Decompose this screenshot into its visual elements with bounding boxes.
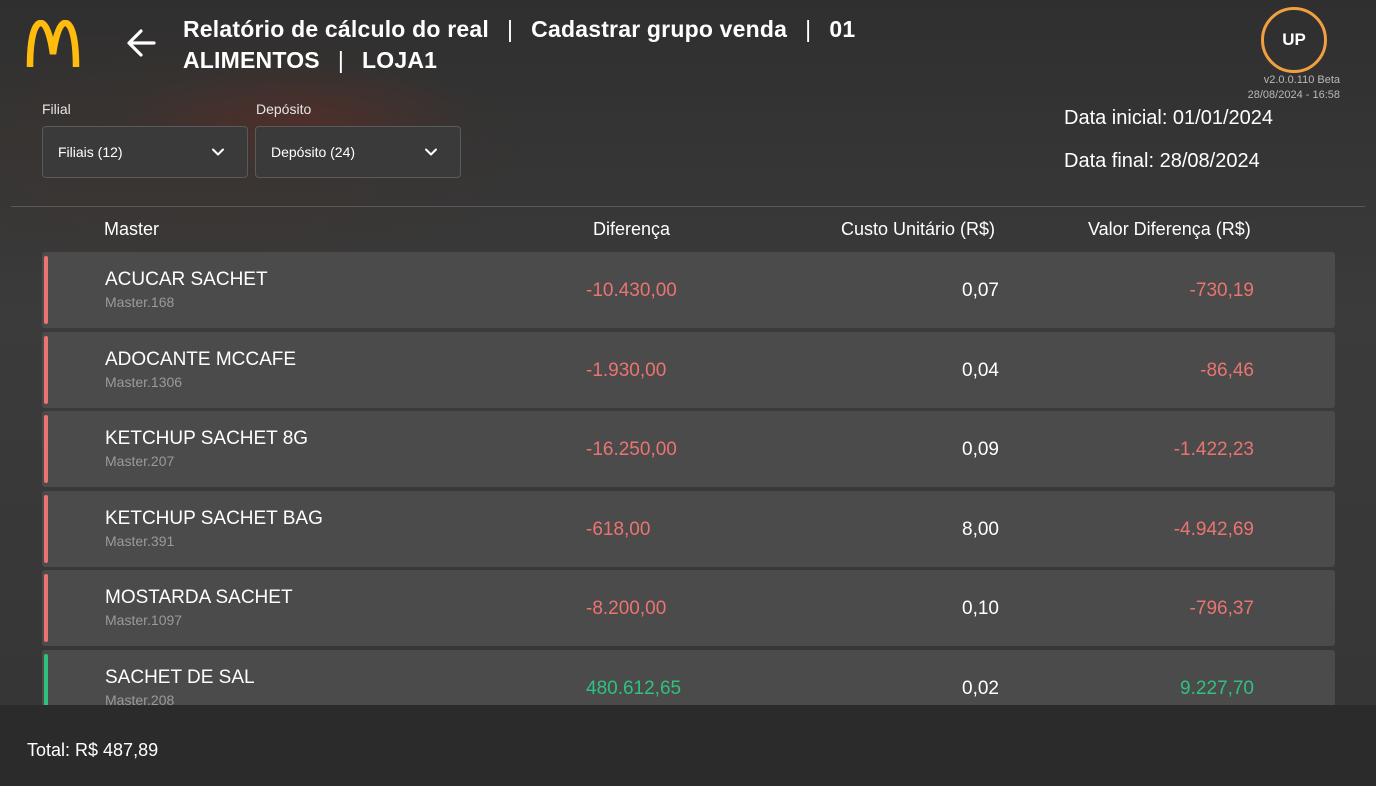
status-indicator	[44, 415, 48, 484]
start-date: Data inicial: 01/01/2024	[1064, 107, 1274, 129]
filial-label: Filial	[42, 101, 71, 117]
page-title: Relatório de cálculo do real | Cadastrar g…	[183, 14, 943, 76]
column-header-master: Master	[104, 219, 160, 239]
status-indicator	[44, 335, 48, 404]
item-diferenca: -10.430,00	[586, 280, 677, 301]
item-code: Master.208	[105, 691, 175, 705]
item-name: ACUCAR SACHET	[105, 269, 268, 290]
column-header-valor-diferenca: Valor Diferença (R$)	[1088, 219, 1251, 239]
table-row[interactable]: SACHET DE SAL Master.208 480.612,65 0,02…	[42, 649, 1335, 705]
item-code: Master.1306	[105, 373, 183, 390]
arrow-left-icon[interactable]	[124, 26, 158, 60]
table-row[interactable]: ACUCAR SACHET Master.168 -10.430,00 0,07…	[42, 252, 1335, 328]
item-valor-diferenca: -730,19	[1189, 280, 1254, 301]
item-custo-unitario: 0,09	[962, 439, 999, 461]
table-row[interactable]: MOSTARDA SACHET Master.1097 -8.200,00 0,…	[42, 570, 1335, 647]
item-valor-diferenca: -4.942,69	[1173, 518, 1254, 540]
table-row[interactable]: ADOCANTE MCCAFE Master.1306 -1.930,00 0,…	[42, 331, 1335, 408]
table-body: ACUCAR SACHET Master.168 -10.430,00 0,07…	[42, 252, 1335, 705]
total-value: Total: R$ 487,89	[27, 740, 159, 760]
item-name: MOSTARDA SACHET	[105, 587, 293, 609]
item-custo-unitario: 0,04	[962, 359, 999, 381]
item-custo-unitario: 0,10	[962, 598, 999, 620]
item-diferenca: -8.200,00	[586, 598, 667, 620]
item-custo-unitario: 0,02	[962, 677, 999, 699]
item-code: Master.391	[105, 532, 175, 549]
chevron-down-icon	[212, 148, 224, 156]
item-diferenca: -618,00	[586, 518, 651, 540]
title-separator: |	[506, 16, 514, 42]
item-valor-diferenca: -1.422,23	[1173, 439, 1254, 461]
column-header-custo-unitario: Custo Unitário (R$)	[841, 219, 996, 239]
user-avatar[interactable]: UP	[1261, 7, 1327, 73]
item-name: KETCHUP SACHET 8G	[105, 428, 309, 450]
version-label: v2.0.0.110 Beta	[1263, 74, 1340, 86]
status-indicator	[44, 653, 48, 705]
title-store: LOJA1	[362, 47, 438, 73]
app: Relatório de cálculo do real | Cadastrar g…	[0, 0, 1376, 786]
end-date: Data final: 28/08/2024	[1064, 150, 1260, 172]
item-code: Master.168	[105, 294, 175, 310]
item-diferenca: 480.612,65	[586, 677, 682, 699]
status-indicator	[44, 494, 48, 563]
deposito-select-value: Depósito (24)	[271, 144, 356, 160]
table-row[interactable]: KETCHUP SACHET 8G Master.207 -16.250,00 …	[42, 411, 1335, 488]
item-code: Master.1097	[105, 612, 183, 629]
item-custo-unitario: 8,00	[962, 518, 999, 540]
title-action: Cadastrar grupo venda	[531, 16, 788, 42]
version-info: v2.0.0.110 Beta 28/08/2024 - 16:58	[1248, 73, 1340, 103]
title-separator: |	[337, 47, 345, 73]
column-header-diferenca: Diferença	[593, 219, 671, 239]
title-separator: |	[805, 16, 812, 42]
chevron-down-icon	[425, 148, 437, 156]
table-row[interactable]: KETCHUP SACHET BAG Master.391 -618,00 8,…	[42, 490, 1335, 567]
footer-bar: Total: R$ 487,89	[0, 705, 1376, 786]
item-name: ADOCANTE MCCAFE	[105, 348, 297, 370]
status-indicator	[44, 574, 48, 643]
item-valor-diferenca: -796,37	[1189, 598, 1254, 620]
deposito-label: Depósito	[256, 101, 312, 117]
status-indicator	[44, 256, 48, 324]
filial-select[interactable]: Filiais (12)	[42, 126, 248, 178]
item-custo-unitario: 0,07	[962, 280, 999, 301]
title-report: Relatório de cálculo do real	[183, 16, 489, 42]
divider	[11, 206, 1365, 207]
item-code: Master.207	[105, 453, 175, 470]
deposito-select[interactable]: Depósito (24)	[255, 126, 461, 178]
version-timestamp: 28/08/2024 - 16:58	[1247, 89, 1340, 101]
item-diferenca: -1.930,00	[586, 359, 667, 381]
item-valor-diferenca: 9.227,70	[1180, 677, 1254, 699]
filial-select-value: Filiais (12)	[58, 144, 123, 160]
item-diferenca: -16.250,00	[586, 439, 677, 461]
item-valor-diferenca: -86,46	[1200, 359, 1254, 381]
mcdonalds-logo	[26, 20, 80, 68]
item-name: SACHET DE SAL	[105, 666, 255, 688]
item-name: KETCHUP SACHET BAG	[105, 507, 323, 529]
